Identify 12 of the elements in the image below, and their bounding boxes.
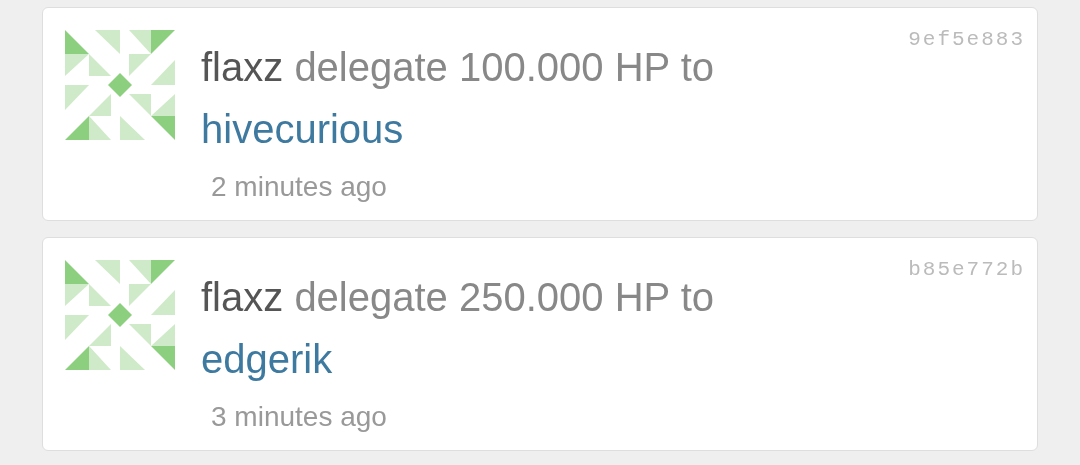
avatar-icon [65,260,175,370]
action-text: delegate 100.000 HP to [294,45,714,89]
recipient-link[interactable]: edgerik [201,337,333,381]
timestamp: 3 minutes ago [211,400,388,434]
username-link[interactable]: flaxz [201,275,284,319]
recipient-link[interactable]: hivecurious [201,107,404,151]
action-text: delegate 250.000 HP to [294,275,714,319]
username-link[interactable]: flaxz [201,45,284,89]
timestamp: 2 minutes ago [211,170,388,204]
avatar-icon [65,30,175,140]
transaction-hash: b85e772b [908,257,1025,283]
transaction-hash: 9ef5e883 [908,27,1025,53]
